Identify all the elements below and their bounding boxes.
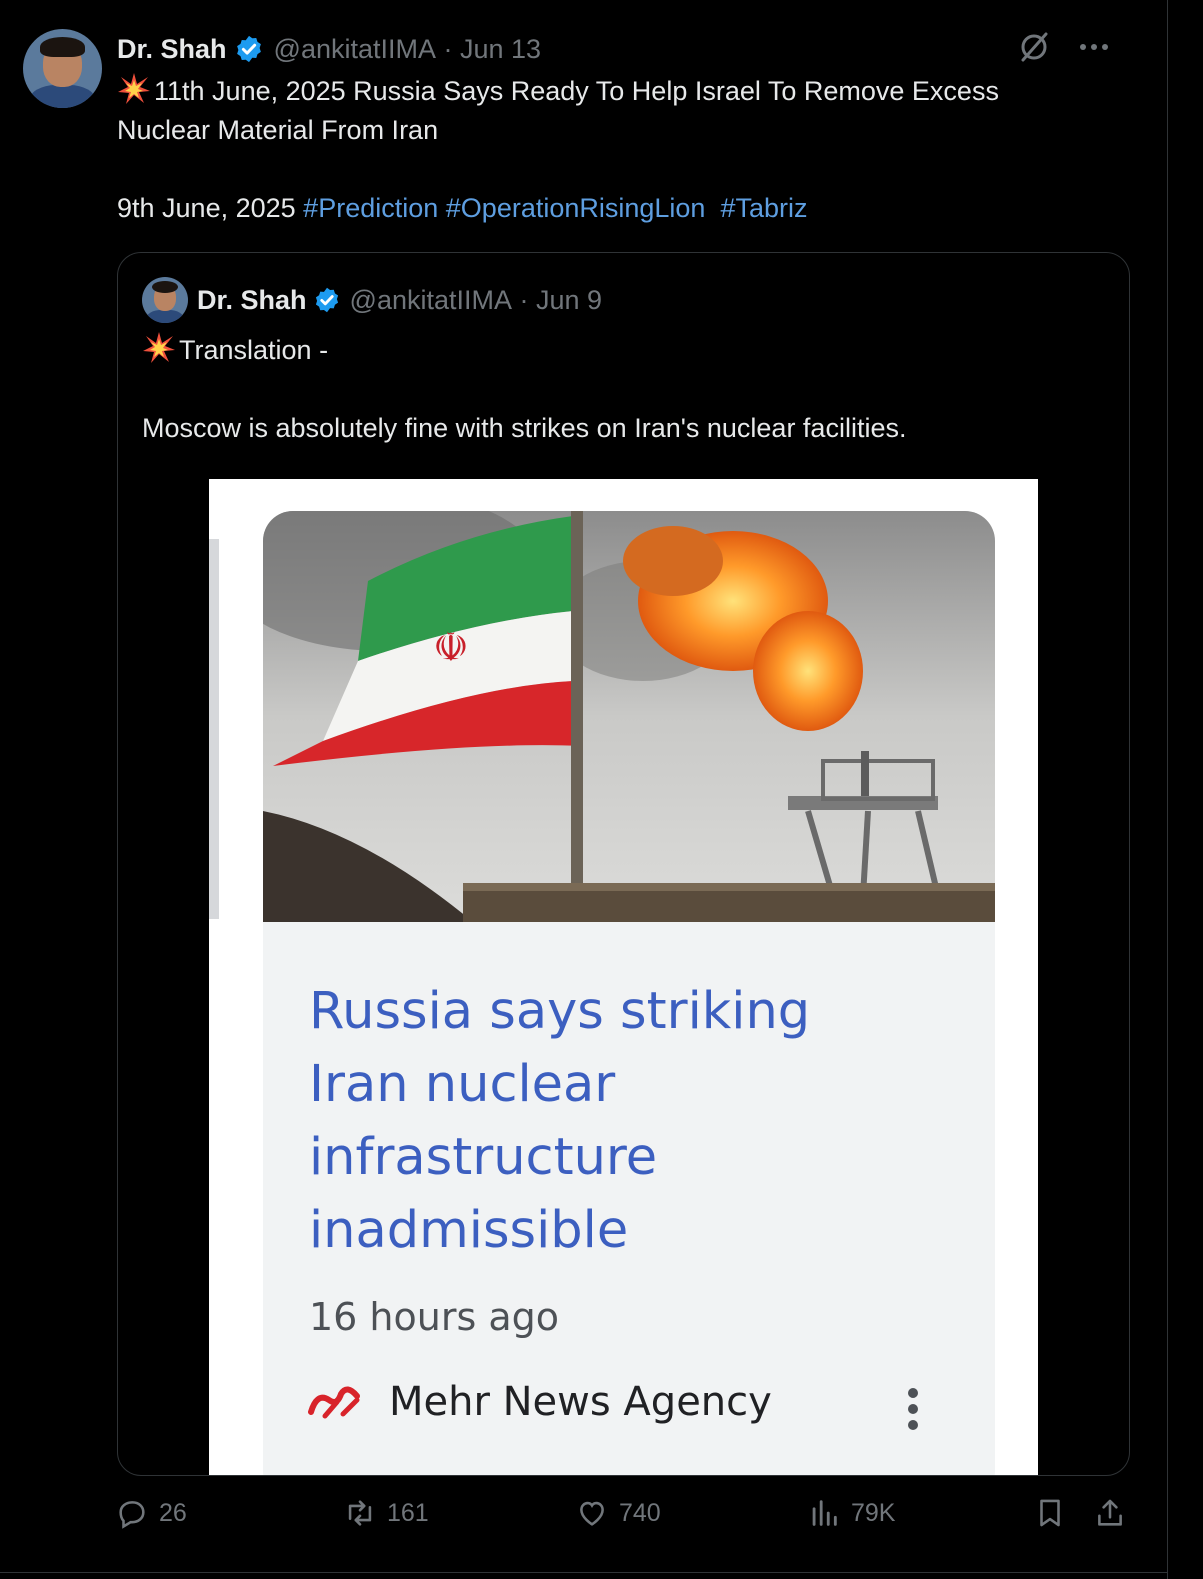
previous-card-edge <box>209 539 219 919</box>
headline-line: inadmissible <box>309 1201 629 1260</box>
share-button[interactable] <box>1093 1496 1137 1530</box>
tweet-action-bar: 26 161 740 79K <box>115 1496 1135 1546</box>
headline-line: Russia says striking <box>309 982 811 1041</box>
like-icon <box>580 1501 604 1526</box>
headline-line: Iran nuclear <box>309 1055 616 1114</box>
svg-text:☫: ☫ <box>433 625 469 671</box>
hashtag-link[interactable]: #Prediction <box>303 193 438 223</box>
repost-icon <box>348 1500 372 1526</box>
bookmark-icon <box>1040 1499 1060 1527</box>
grok-icon[interactable] <box>1017 30 1051 64</box>
tweet-header: Dr. Shah @ankitatIIMA · Jun 13 <box>117 30 541 68</box>
date-prefix: 9th June, 2025 <box>117 193 296 223</box>
tweet-hashtag-line: 9th June, 2025 #Prediction #OperationRis… <box>117 189 808 228</box>
news-time: 16 hours ago <box>309 1295 560 1339</box>
verified-badge-icon <box>236 35 261 63</box>
tweet-date[interactable]: Jun 13 <box>460 34 541 65</box>
quoted-tweet-text-line2: Moscow is absolutely fine with strikes o… <box>142 413 907 443</box>
like-button[interactable]: 740 <box>575 1496 661 1530</box>
tweet-text-line2: Nuclear Material From Iran <box>117 115 439 145</box>
news-headline[interactable]: Russia says striking Iran nuclear infras… <box>309 975 949 1267</box>
hashtag-link[interactable]: #OperationRisingLion <box>446 193 706 223</box>
dot-separator: · <box>436 33 460 64</box>
news-card: ☫ Russia says striking Iran nuclear infr… <box>263 511 995 1475</box>
tweet-bottom-divider <box>0 1572 1167 1573</box>
news-photo: ☫ <box>263 511 995 922</box>
quoted-tweet-card[interactable]: Dr. Shah @ankitatIIMA · Jun 9 Translatio… <box>117 252 1130 1476</box>
views-button[interactable]: 79K <box>807 1496 895 1530</box>
translation-label: Translation - <box>179 335 329 365</box>
repost-count: 161 <box>387 1498 429 1527</box>
repost-button[interactable]: 161 <box>343 1496 429 1530</box>
quoted-author-handle[interactable]: @ankitatIIMA <box>350 285 512 316</box>
quoted-tweet-image[interactable]: ☫ Russia says striking Iran nuclear infr… <box>209 479 1038 1475</box>
share-icon <box>1098 1499 1122 1526</box>
author-handle[interactable]: @ankitatIIMA <box>274 34 436 65</box>
author-avatar[interactable] <box>23 29 102 108</box>
tweet-top-actions <box>1017 30 1111 64</box>
quoted-author-name[interactable]: Dr. Shah <box>197 285 307 316</box>
views-icon <box>812 1500 837 1526</box>
column-divider <box>1167 0 1168 1579</box>
collision-emoji-icon <box>143 332 175 363</box>
reply-button[interactable]: 26 <box>115 1496 187 1530</box>
mehr-logo <box>308 1386 360 1419</box>
headline-line: infrastructure <box>309 1128 658 1187</box>
kebab-menu-icon[interactable] <box>903 1387 923 1431</box>
bookmark-button[interactable] <box>1033 1496 1077 1530</box>
news-source-name: Mehr News Agency <box>389 1379 772 1425</box>
quoted-tweet-date[interactable]: Jun 9 <box>536 285 602 316</box>
quoted-author-avatar[interactable] <box>142 277 188 323</box>
author-name[interactable]: Dr. Shah <box>117 34 227 65</box>
reply-icon <box>119 1501 145 1529</box>
verified-badge-icon <box>315 287 338 313</box>
collision-emoji-icon <box>118 73 150 104</box>
like-count: 740 <box>619 1498 661 1527</box>
tweet-text: 11th June, 2025 Russia Says Ready To Hel… <box>117 72 1127 150</box>
dot-separator: · <box>512 284 536 315</box>
tweet-text-line1: 11th June, 2025 Russia Says Ready To Hel… <box>154 76 999 106</box>
hashtag-link[interactable]: #Tabriz <box>720 193 807 223</box>
views-count: 79K <box>851 1498 896 1527</box>
more-icon[interactable] <box>1077 30 1111 64</box>
reply-count: 26 <box>159 1498 187 1527</box>
news-source: Mehr News Agency <box>307 1379 772 1425</box>
quoted-tweet-header: Dr. Shah @ankitatIIMA · Jun 9 <box>197 281 602 319</box>
quoted-tweet-text-line1: Translation - <box>142 331 328 369</box>
